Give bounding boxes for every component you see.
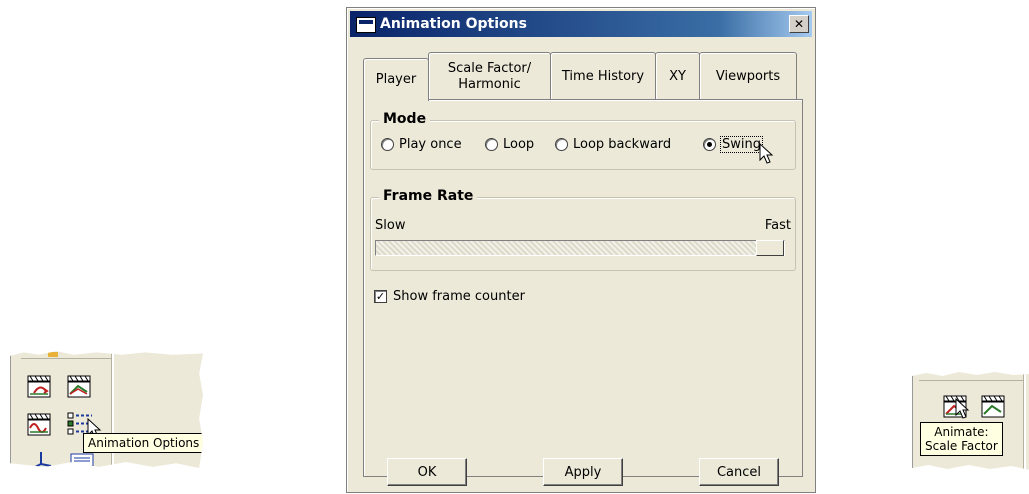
right-toolbar-snippet: Animate: Scale Factor <box>912 372 1029 470</box>
tab-label: XY <box>669 68 686 84</box>
radio-button[interactable] <box>381 138 394 151</box>
player-tab-panel: Mode Play once Loop Loop backward Swing <box>363 99 803 477</box>
close-button[interactable]: ✕ <box>789 15 809 33</box>
radio-play-once[interactable]: Play once <box>381 137 462 152</box>
frame-rate-group: Frame Rate Slow Fast <box>370 188 796 271</box>
slider-thumb[interactable] <box>756 240 784 256</box>
mode-group: Mode Play once Loop Loop backward Swing <box>370 111 796 170</box>
toolbar-grip-icon <box>48 352 58 357</box>
tab-scale-factor-harmonic[interactable]: Scale Factor/ Harmonic <box>428 52 551 100</box>
cancel-button[interactable]: Cancel <box>699 458 779 486</box>
axis-icon <box>32 452 52 468</box>
toolbar-separator <box>1023 372 1026 470</box>
radio-label: Loop backward <box>573 137 672 152</box>
radio-label: Loop <box>503 137 535 152</box>
checkbox-box[interactable]: ✓ <box>374 290 387 303</box>
radio-button-selected[interactable] <box>703 138 716 151</box>
animate-harmonic-icon[interactable] <box>25 410 55 438</box>
show-frame-counter-checkbox[interactable]: ✓ Show frame counter <box>374 289 525 304</box>
animation-options-dialog: Animation Options ✕ Player Scale Factor/… <box>346 7 816 493</box>
tab-label: Viewports <box>715 68 781 84</box>
mode-group-title: Mode <box>379 111 431 127</box>
tab-player[interactable]: Player <box>363 58 429 101</box>
radio-label: Play once <box>399 137 462 152</box>
slider-min-label: Slow <box>375 218 406 233</box>
ok-button[interactable]: OK <box>387 458 467 486</box>
tooltip-animate-scale-factor: Animate: Scale Factor <box>920 422 1003 456</box>
tooltip-line-2: Scale Factor <box>925 439 998 453</box>
table-icon <box>70 453 94 467</box>
left-toolbar-snippet: Animation Options <box>10 351 203 468</box>
tab-time-history[interactable]: Time History <box>550 52 656 100</box>
tab-label: Scale Factor/ Harmonic <box>447 60 532 92</box>
mouse-cursor-icon <box>759 143 774 164</box>
tab-label: Time History <box>561 68 645 84</box>
animate-scale-icon[interactable] <box>979 392 1009 420</box>
animate-time-icon[interactable] <box>25 372 55 400</box>
tooltip-animation-options: Animation Options <box>83 433 203 453</box>
frame-rate-group-title: Frame Rate <box>379 188 478 204</box>
tab-xy[interactable]: XY <box>655 52 700 100</box>
frame-rate-slider[interactable] <box>375 240 785 256</box>
radio-swing[interactable]: Swing <box>703 136 763 153</box>
radio-loop[interactable]: Loop <box>485 137 534 152</box>
dialog-title: Animation Options <box>380 16 527 32</box>
animate-scale-icon[interactable] <box>65 372 95 400</box>
tab-viewports[interactable]: Viewports <box>699 52 797 100</box>
radio-label: Swing <box>720 136 763 153</box>
apply-button[interactable]: Apply <box>543 458 623 486</box>
radio-button[interactable] <box>485 138 498 151</box>
mouse-cursor-icon <box>955 398 970 419</box>
radio-loop-backward[interactable]: Loop backward <box>555 137 671 152</box>
tooltip-line-1: Animate: <box>934 425 989 439</box>
title-bar[interactable]: Animation Options ✕ <box>350 11 812 37</box>
slider-max-label: Fast <box>764 218 791 233</box>
toolbar-divider <box>919 380 1023 381</box>
window-icon <box>356 17 376 33</box>
checkbox-label: Show frame counter <box>393 289 525 304</box>
radio-button[interactable] <box>555 138 568 151</box>
tab-label: Player <box>375 72 417 87</box>
toolbar-divider <box>21 358 111 365</box>
